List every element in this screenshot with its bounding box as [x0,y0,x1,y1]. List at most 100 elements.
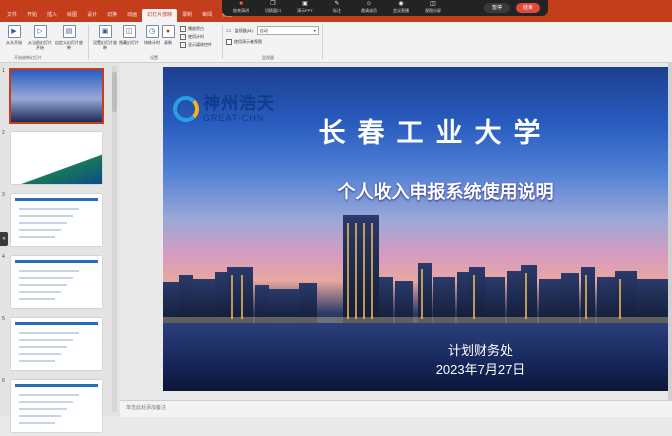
hide-slide-label: 隐藏幻灯片 [119,40,139,45]
meeting-item-label: 结束演讲 [233,8,249,13]
setup-show-label: 设置幻灯片放映 [93,40,117,50]
tab-4[interactable]: 设计 [82,9,102,22]
collapse-panel-button[interactable]: « [0,232,8,246]
monitor-icon: ▭ [226,28,232,34]
slide-thumbnail-row[interactable]: 6 [0,378,110,436]
thumbnail-text-line [19,353,61,355]
slide-number: 4 [2,254,5,260]
tab-9[interactable]: 审阅 [197,9,217,22]
slide-number: 3 [2,192,5,198]
checkbox-icon [226,39,232,45]
meeting-item-5[interactable]: ◉ 会议直播 [386,1,416,13]
notes-placeholder: 单击此处添加备注 [126,405,167,411]
meeting-item-label: 切换窗口 [265,8,281,13]
tab-6[interactable]: 动画 [122,9,142,22]
tab-1[interactable]: 开始 [22,9,42,22]
meeting-item-label: 视图分屏 [425,8,441,13]
thumbnail-text-line [19,401,73,403]
thumbnail-text-line [19,298,55,300]
slide-date: 2023年7月27日 [435,362,526,377]
slide-thumbnail[interactable] [11,380,102,432]
monitor-dropdown[interactable]: 自动 [256,26,319,35]
from-current-button[interactable]: ▷ 从当前幻灯片开始 [27,25,53,50]
hide-slide-button[interactable]: ◫ 隐藏幻灯片 [117,25,141,45]
pause-button[interactable]: 暂停 [484,3,510,13]
tab-3[interactable]: 绘图 [62,9,82,22]
tab-0[interactable]: 文件 [2,9,22,22]
thumbnail-text-line [19,394,79,396]
meeting-item-label: 演示PPT [297,8,313,13]
slide-thumbnail[interactable] [11,318,102,370]
from-beginning-button[interactable]: ▶ 从头开始 [2,25,26,45]
play-narration-label: 播放旁白 [188,26,204,31]
from-current-label: 从当前幻灯片开始 [28,40,52,50]
rehearse-label: 排练计时 [144,40,160,45]
slide-subtitle: 个人收入申报系统使用说明 [337,182,554,202]
thumbnail-text-line [19,408,67,410]
slide-thumbnail-row[interactable]: 2 [0,130,110,188]
meeting-item-4[interactable]: ☺ 邀请成员 [354,1,384,13]
tab-7[interactable]: 幻灯片放映 [142,9,178,22]
meeting-item-label: 会议直播 [393,8,409,13]
slideshow-icon: ▶ [7,25,21,38]
record-label: 录制 [164,40,172,45]
slide-thumbnail[interactable] [11,132,102,184]
play-narration-checkbox[interactable]: ✓ 播放旁白 [180,26,204,32]
ribbon: ▶ 从头开始 ▷ 从当前幻灯片开始 ▤ 自定义幻灯片放映 开始放映幻灯片 ▣ 设… [0,22,672,63]
record-button[interactable]: ● 录制 [159,25,177,45]
slideshow-current-icon: ▷ [33,25,47,38]
meeting-item-1[interactable]: ❐ 切换窗口 [258,1,288,13]
meeting-item-6[interactable]: ◫ 视图分屏 [418,1,448,13]
thumbnail-text-line [19,222,67,224]
tab-5[interactable]: 切换 [102,9,122,22]
stop-icon: ■ [239,1,243,7]
slide-thumbnail-row[interactable]: 5 [0,316,110,374]
meeting-item-2[interactable]: ▣ 演示PPT [290,1,320,13]
slide-canvas[interactable]: 神州浩天 GREAT-CHN 长春工业大学 个人收入申报系统使用说明 计划财务处… [163,67,668,391]
ppt-icon: ▣ [302,1,308,7]
setup-show-button[interactable]: ▣ 设置幻灯片放映 [92,25,118,50]
tab-2[interactable]: 插入 [42,9,62,22]
ribbon-divider [322,25,323,59]
presenter-view-checkbox[interactable]: 使用演示者视图 [226,39,262,45]
slide-thumbnail[interactable] [11,194,102,246]
custom-show-icon: ▤ [62,25,76,38]
notes-pane[interactable]: 单击此处添加备注 [120,400,672,417]
thumbnail-scrollbar[interactable] [112,66,117,412]
slide-department: 计划财务处 [447,343,513,358]
ribbon-divider [222,25,223,59]
tab-8[interactable]: 录制 [177,9,197,22]
end-meeting-button[interactable]: 结束 [516,3,540,13]
thumbnail-header-bar [15,260,98,263]
thumbnail-text-line [19,277,73,279]
meeting-toolbar: 暂停 结束 ■ 结束演讲 ❐ 切换窗口 ▣ 演示PPT ✎ 标注 ☺ 邀请成员 ◉ 会议直播 ◫ 视图分屏 [222,0,548,16]
meeting-item-3[interactable]: ✎ 标注 [322,1,352,13]
thumbnail-text-line [19,208,79,210]
scrollbar-thumb[interactable] [112,72,117,112]
use-timings-checkbox[interactable]: ✓ 使用计时 [180,34,204,40]
ribbon-divider [88,25,89,59]
setup-group-label: 设置 [150,55,158,60]
slide-thumbnail-row[interactable]: 1 [0,68,110,126]
hide-slide-icon: ◫ [122,25,136,38]
invite-icon: ☺ [365,1,373,7]
thumbnail-text-line [19,270,79,272]
tab-list: 文件开始插入绘图设计切换动画幻灯片放映录制审阅视图 [2,9,237,22]
live-icon: ◉ [398,1,404,7]
show-media-controls-checkbox[interactable]: ✓ 显示媒体控件 [180,42,212,48]
checkbox-icon: ✓ [180,34,186,40]
thumbnail-text-line [19,415,61,417]
slide-thumbnail-row[interactable]: 3 [0,192,110,250]
thumbnail-header-bar [15,384,98,387]
slide-thumbnail[interactable] [9,68,104,124]
split-icon: ◫ [430,1,436,7]
thumbnail-text-line [19,360,55,362]
checkbox-icon: ✓ [180,42,186,48]
custom-show-button[interactable]: ▤ 自定义幻灯片放映 [55,25,83,50]
meeting-item-0[interactable]: ■ 结束演讲 [226,1,256,13]
start-group-label: 开始放映幻灯片 [14,55,42,60]
slide-thumbnail[interactable] [11,256,102,308]
slide-thumbnail-row[interactable]: 4 [0,254,110,312]
meeting-item-label: 标注 [333,8,341,13]
slide-number: 1 [2,68,5,74]
